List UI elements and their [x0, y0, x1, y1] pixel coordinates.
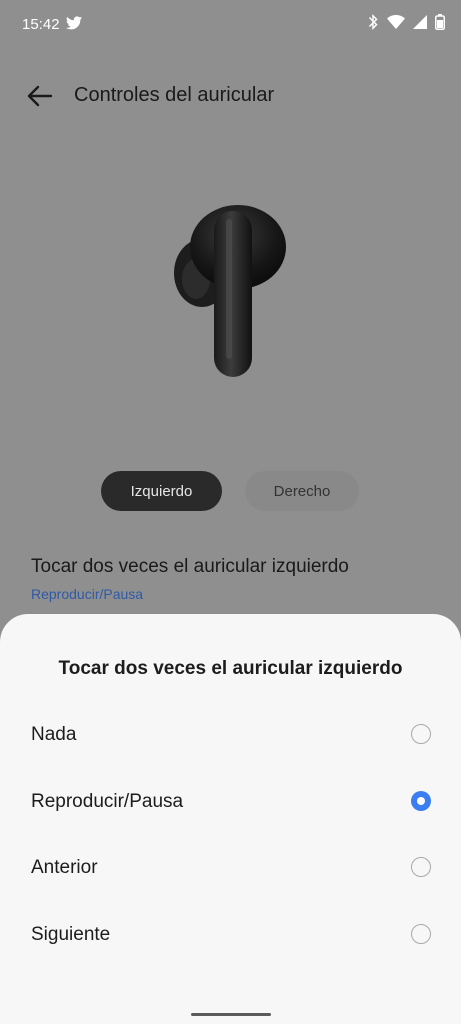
tab-left[interactable]: Izquierdo [101, 471, 222, 511]
back-arrow-icon[interactable] [26, 82, 54, 110]
sheet-title: Tocar dos veces el auricular izquierdo [58, 658, 403, 679]
option-label: Nada [31, 724, 77, 745]
radio-button[interactable] [411, 724, 431, 744]
earbud-image [160, 195, 300, 385]
page-title: Controles del auricular [74, 84, 275, 106]
battery-icon [435, 14, 445, 35]
wifi-icon [387, 15, 405, 34]
status-bar: 15:42 [0, 0, 461, 48]
radio-button-selected[interactable] [411, 791, 431, 811]
twitter-icon [66, 16, 82, 35]
option-siguiente[interactable]: Siguiente [0, 908, 461, 964]
option-nada[interactable]: Nada [0, 708, 461, 764]
tab-right[interactable]: Derecho [245, 471, 359, 511]
app-bar: Controles del auricular [0, 72, 461, 120]
setting-title[interactable]: Tocar dos veces el auricular izquierdo [31, 556, 349, 578]
option-label: Anterior [31, 857, 98, 878]
status-time: 15:42 [22, 16, 60, 33]
bluetooth-icon [367, 14, 379, 35]
option-label: Reproducir/Pausa [31, 791, 184, 812]
radio-button[interactable] [411, 924, 431, 944]
bottom-sheet: Tocar dos veces el auricular izquierdo N… [0, 614, 461, 1024]
gesture-handle[interactable] [191, 1013, 271, 1016]
option-anterior[interactable]: Anterior [0, 841, 461, 897]
signal-icon [413, 15, 427, 34]
option-label: Siguiente [31, 924, 111, 945]
radio-button[interactable] [411, 857, 431, 877]
option-reproducir-pausa[interactable]: Reproducir/Pausa [0, 775, 461, 831]
setting-value: Reproducir/Pausa [31, 586, 144, 602]
